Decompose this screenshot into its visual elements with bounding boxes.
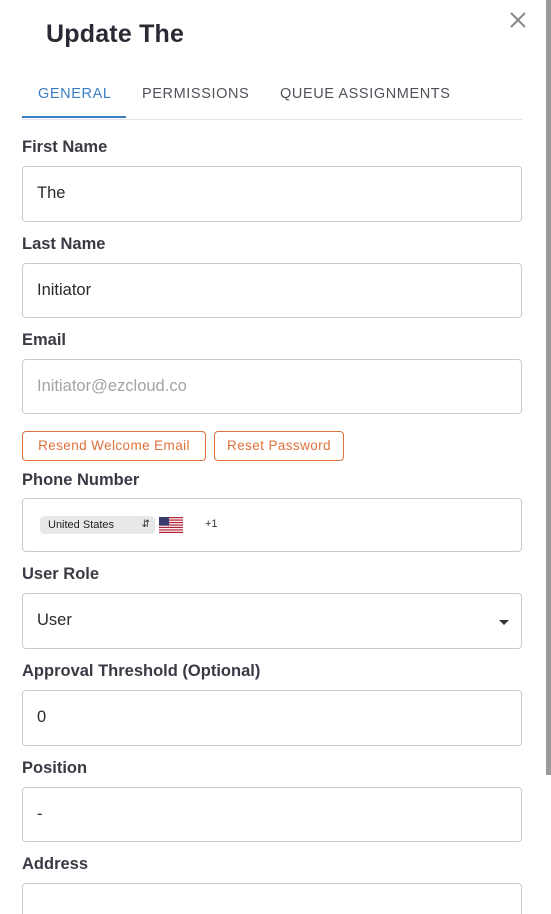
address-field[interactable] [22,883,522,914]
resend-welcome-email-button[interactable]: Resend Welcome Email [22,431,206,461]
user-role-value: User [37,611,72,629]
last-name-label: Last Name [22,235,106,253]
address-label: Address [22,855,89,873]
position-value: - [37,805,43,823]
us-flag-icon [159,517,183,533]
last-name-value: Initiator [37,281,92,299]
dropdown-caret-icon [499,620,509,625]
tab-general[interactable]: GENERAL [38,86,112,102]
position-field[interactable]: - [22,787,522,842]
approval-threshold-value: 0 [37,708,47,726]
user-role-select[interactable]: User [22,593,522,649]
tab-permissions[interactable]: PERMISSIONS [142,86,249,102]
tab-queue-assignments[interactable]: QUEUE ASSIGNMENTS [280,86,451,102]
country-select[interactable]: United States ⇵ [40,516,155,534]
dial-code: +1 [205,518,218,530]
email-placeholder: Initiator@ezcloud.co [37,377,187,395]
last-name-field[interactable]: Initiator [22,263,522,318]
country-select-value: United States [48,519,115,531]
active-tab-indicator [22,116,126,118]
phone-number-label: Phone Number [22,471,140,489]
approval-threshold-field[interactable]: 0 [22,690,522,746]
email-label: Email [22,331,67,349]
email-field[interactable]: Initiator@ezcloud.co [22,359,522,414]
close-button[interactable] [507,9,529,31]
dialog-title: Update The [46,20,185,48]
user-role-label: User Role [22,565,100,583]
first-name-label: First Name [22,138,108,156]
scrollbar[interactable] [546,0,551,775]
tab-bar: GENERAL PERMISSIONS QUEUE ASSIGNMENTS [22,80,522,120]
position-label: Position [22,759,88,777]
select-arrows-icon: ⇵ [141,519,150,530]
close-icon [510,12,526,28]
phone-number-field[interactable]: United States ⇵ +1 [22,498,522,552]
reset-password-button[interactable]: Reset Password [214,431,344,461]
first-name-field[interactable]: The [22,166,522,222]
first-name-value: The [37,184,66,202]
approval-threshold-label: Approval Threshold (Optional) [22,662,261,680]
